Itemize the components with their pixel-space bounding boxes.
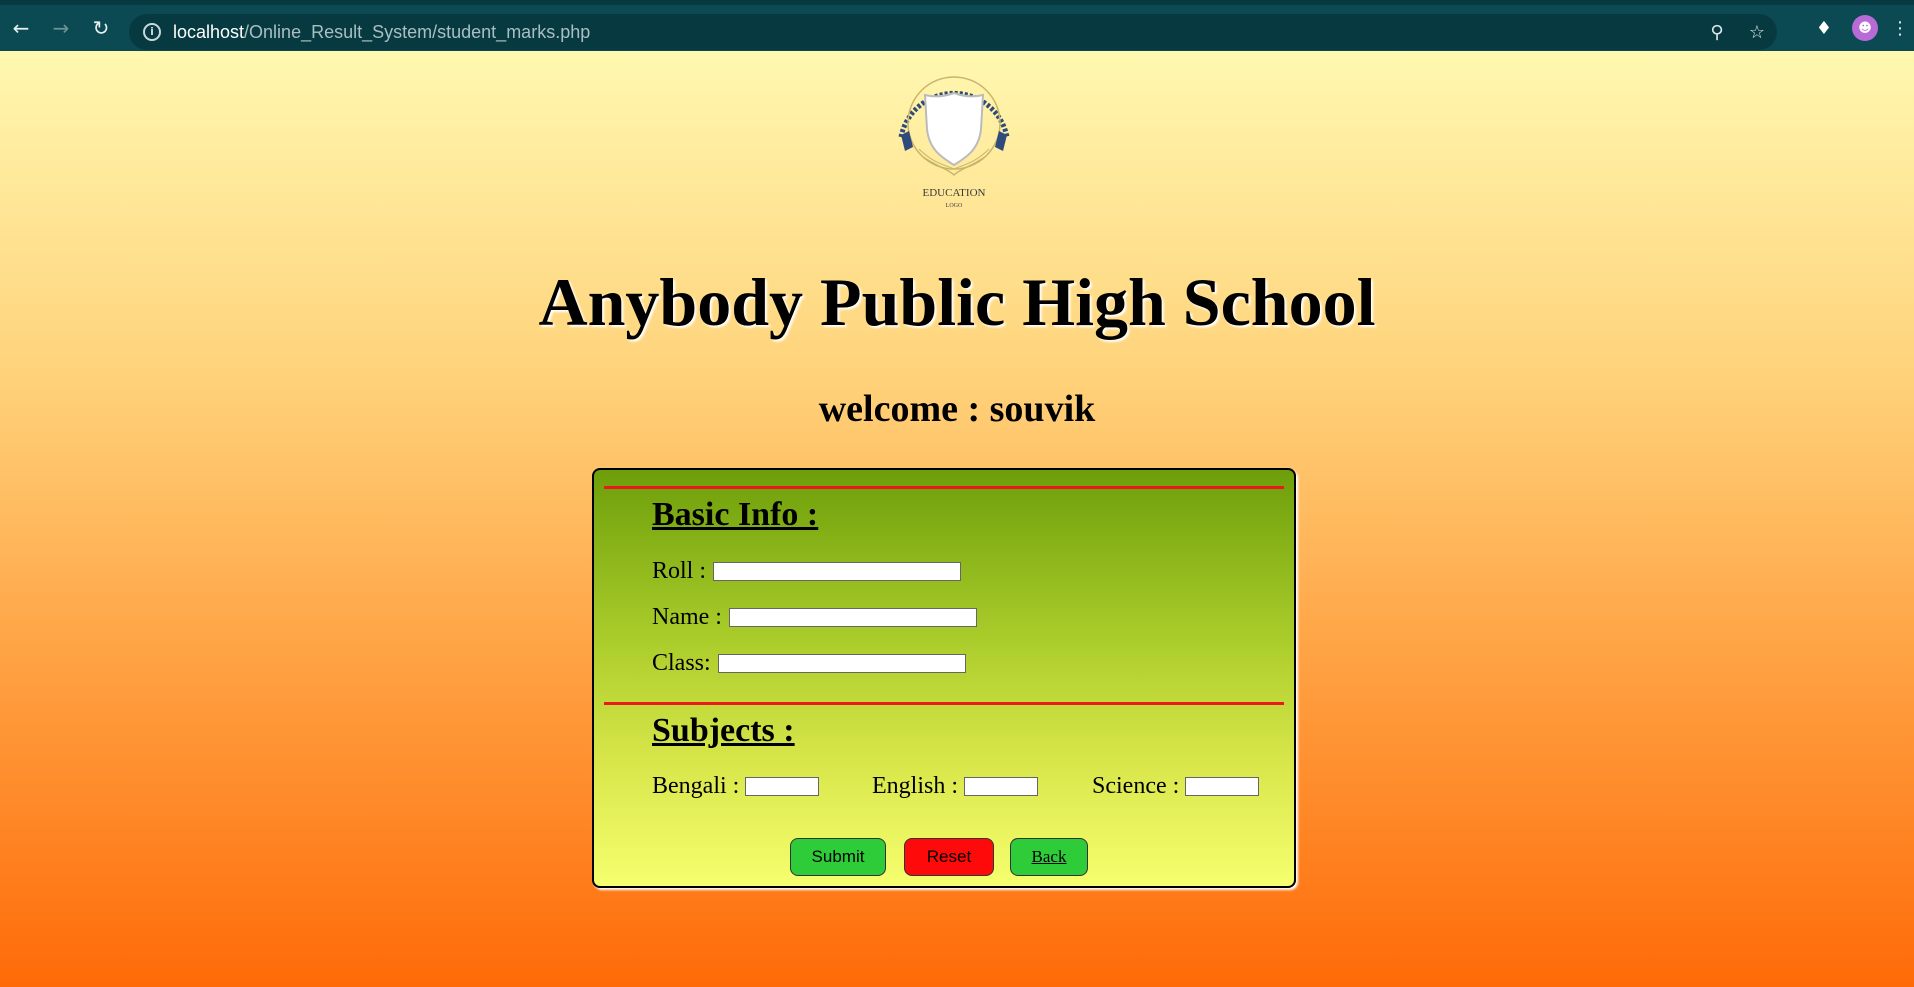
class-row: Class:: [652, 650, 966, 677]
zoom-icon[interactable]: ⚲: [1697, 22, 1737, 43]
subject-bengali: Bengali :: [652, 773, 820, 800]
subject-english: English :: [872, 773, 1039, 800]
school-title: Anybody Public High School: [538, 264, 1376, 340]
separator-line: [604, 702, 1284, 705]
extensions-puzzle-icon[interactable]: ♦: [1804, 18, 1844, 39]
profile-avatar-icon[interactable]: ☻: [1852, 15, 1878, 41]
science-marks-input[interactable]: [1185, 777, 1260, 796]
science-label: Science :: [1092, 773, 1180, 799]
student-marks-form: Basic Info : Roll : Name : Class: Subjec…: [592, 468, 1296, 888]
class-input[interactable]: [717, 654, 966, 673]
reset-button[interactable]: Reset: [904, 838, 994, 876]
roll-row: Roll :: [652, 558, 962, 585]
name-row: Name :: [652, 604, 977, 631]
bengali-marks-input[interactable]: [745, 777, 820, 796]
school-logo: EDUCATION LOGO: [893, 57, 1015, 209]
english-marks-input[interactable]: [964, 777, 1039, 796]
page-body: EDUCATION LOGO Anybody Public High Schoo…: [0, 51, 1914, 987]
roll-input[interactable]: [713, 562, 962, 581]
browser-toolbar: ← → ↻ i localhost/Online_Result_System/s…: [0, 0, 1914, 51]
url-host: localhost: [173, 21, 245, 42]
roll-label: Roll :: [652, 558, 707, 584]
site-info-icon[interactable]: i: [143, 23, 161, 41]
class-label: Class:: [652, 650, 711, 676]
address-bar[interactable]: i localhost/Online_Result_System/student…: [129, 14, 1777, 50]
subject-science: Science :: [1092, 773, 1260, 800]
back-button[interactable]: Back: [1010, 838, 1088, 876]
back-arrow-icon[interactable]: ←: [1, 8, 41, 48]
menu-kebab-icon[interactable]: ⋮: [1886, 18, 1914, 39]
separator-line: [604, 486, 1284, 489]
shield-logo-icon: [898, 76, 1010, 177]
subjects-heading: Subjects :: [652, 712, 795, 749]
forward-arrow-icon[interactable]: →: [41, 8, 81, 48]
url-path: /Online_Result_System/student_marks.php: [244, 21, 591, 42]
logo-subtext: LOGO: [945, 203, 963, 209]
submit-button[interactable]: Submit: [790, 838, 886, 876]
bookmark-star-icon[interactable]: ☆: [1737, 22, 1777, 43]
name-label: Name :: [652, 604, 722, 630]
bengali-label: Bengali :: [652, 773, 740, 799]
logo-text: EDUCATION: [922, 187, 986, 199]
reload-icon[interactable]: ↻: [81, 8, 121, 48]
basic-info-heading: Basic Info :: [652, 496, 819, 533]
welcome-message: welcome : souvik: [818, 388, 1096, 430]
english-label: English :: [872, 773, 959, 799]
name-input[interactable]: [728, 608, 977, 627]
